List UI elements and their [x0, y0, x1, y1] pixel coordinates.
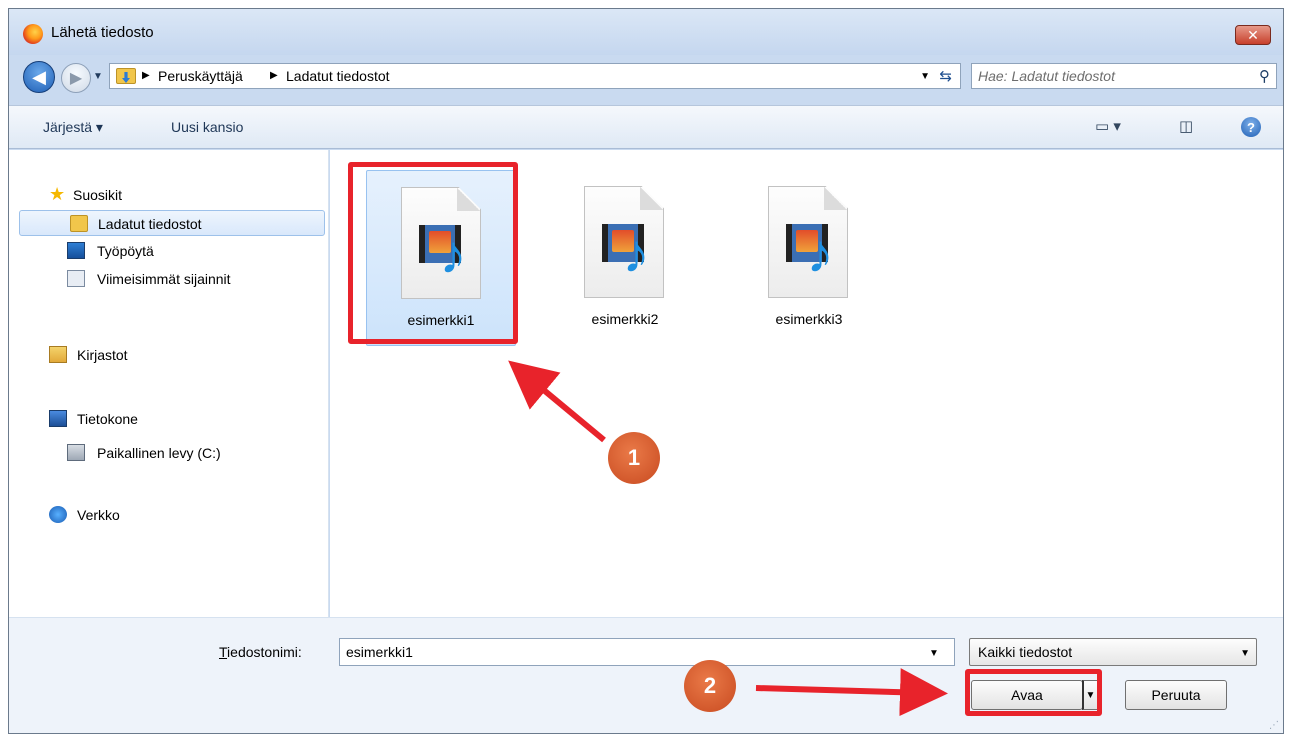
sidebar-item-label: Paikallinen levy (C:) — [97, 445, 221, 461]
sidebar-item-libraries[interactable]: Kirjastot — [9, 342, 327, 368]
help-icon[interactable]: ? — [1241, 117, 1261, 137]
sidebar-item-label: Verkko — [77, 507, 120, 523]
firefox-icon — [23, 24, 43, 44]
step-badge-2: 2 — [684, 660, 736, 712]
navigation-bar: ◀ ▶ ▼ ▶ Peruskäyttäjä ▶ Ladatut tiedosto… — [9, 55, 1283, 95]
desktop-icon — [67, 242, 85, 259]
title-bar: Lähetä tiedosto ✕ — [9, 9, 1283, 55]
filename-input[interactable] — [339, 638, 955, 666]
sidebar-item-label: Ladatut tiedostot — [98, 216, 202, 232]
local-disk-icon — [67, 444, 85, 461]
preview-pane-icon[interactable]: ◫ — [1179, 117, 1193, 135]
chevron-down-icon: ▼ — [1240, 648, 1250, 659]
file-name: esimerkki3 — [775, 311, 843, 327]
search-icon[interactable]: ⚲ — [1259, 67, 1270, 85]
sidebar-item-label: Tietokone — [77, 411, 138, 427]
sidebar-item-favorites[interactable]: ★ Suosikit — [9, 182, 327, 208]
music-note-icon: ♪ — [622, 224, 650, 284]
navigation-pane: ★ Suosikit Ladatut tiedostot Työpöytä Vi… — [9, 150, 329, 617]
file-dialog: Lähetä tiedosto ✕ ◀ ▶ ▼ ▶ Peruskäyttäjä … — [8, 8, 1284, 734]
refresh-icon[interactable]: ⇆ — [939, 67, 952, 85]
back-button[interactable]: ◀ — [23, 61, 55, 93]
file-item[interactable]: ♪ esimerkki3 — [734, 170, 884, 346]
resize-grip-icon[interactable]: ⋰ — [1269, 720, 1279, 731]
breadcrumb-item[interactable]: Ladatut tiedostot — [286, 68, 390, 84]
network-icon — [49, 506, 67, 523]
recent-pages-dropdown-icon[interactable]: ▼ — [93, 71, 103, 82]
new-folder-button[interactable]: Uusi kansio — [171, 119, 243, 135]
libraries-icon — [49, 346, 67, 363]
file-type-select[interactable]: Kaikki tiedostot ▼ — [969, 638, 1257, 666]
breadcrumb-item[interactable]: Peruskäyttäjä — [158, 68, 243, 84]
cancel-button[interactable]: Peruuta — [1125, 680, 1227, 710]
address-dropdown-icon[interactable]: ▼ — [920, 71, 930, 82]
close-button[interactable]: ✕ — [1235, 25, 1271, 45]
sidebar-item-label: Viimeisimmät sijainnit — [97, 271, 231, 287]
forward-button[interactable]: ▶ — [61, 63, 91, 93]
sidebar-item-desktop[interactable]: Työpöytä — [9, 238, 327, 264]
search-box[interactable]: ⚲ — [971, 63, 1277, 89]
file-item[interactable]: ♪ esimerkki2 — [550, 170, 700, 346]
sidebar-item-label: Suosikit — [73, 187, 123, 203]
highlight-box-file — [348, 162, 518, 344]
organize-button[interactable]: Järjestä ▾ — [43, 119, 103, 136]
recent-places-icon — [67, 270, 85, 287]
file-name: esimerkki2 — [591, 311, 659, 327]
step-badge-1: 1 — [608, 432, 660, 484]
computer-icon — [49, 410, 67, 427]
address-bar[interactable]: ▶ Peruskäyttäjä ▶ Ladatut tiedostot ▼ ⇆ — [109, 63, 961, 89]
downloads-folder-icon — [70, 215, 88, 232]
star-icon: ★ — [49, 184, 66, 204]
highlight-box-open — [965, 669, 1102, 716]
sidebar-item-local-disk[interactable]: Paikallinen levy (C:) — [9, 440, 327, 466]
sidebar-item-downloads[interactable]: Ladatut tiedostot — [19, 210, 325, 236]
sidebar-item-label: Kirjastot — [77, 347, 128, 363]
sidebar-item-recent-places[interactable]: Viimeisimmät sijainnit — [9, 266, 327, 292]
window-title: Lähetä tiedosto — [51, 24, 154, 41]
search-input[interactable] — [976, 66, 1236, 86]
breadcrumb-separator-icon[interactable]: ▶ — [270, 70, 278, 81]
filename-label: Tiedostonimi: — [219, 644, 302, 660]
filename-dropdown-icon[interactable]: ▼ — [929, 648, 939, 659]
file-type-value: Kaikki tiedostot — [978, 644, 1073, 660]
sidebar-item-network[interactable]: Verkko — [9, 502, 327, 528]
sidebar-item-computer[interactable]: Tietokone — [9, 406, 327, 432]
breadcrumb-separator-icon[interactable]: ▶ — [142, 70, 150, 81]
sidebar-item-label: Työpöytä — [97, 243, 154, 259]
command-toolbar: Järjestä ▾ Uusi kansio ▭ ▾ ◫ ? — [9, 105, 1283, 149]
view-options-icon[interactable]: ▭ ▾ — [1095, 117, 1121, 135]
downloads-folder-icon — [116, 68, 136, 84]
music-note-icon: ♪ — [806, 224, 834, 284]
